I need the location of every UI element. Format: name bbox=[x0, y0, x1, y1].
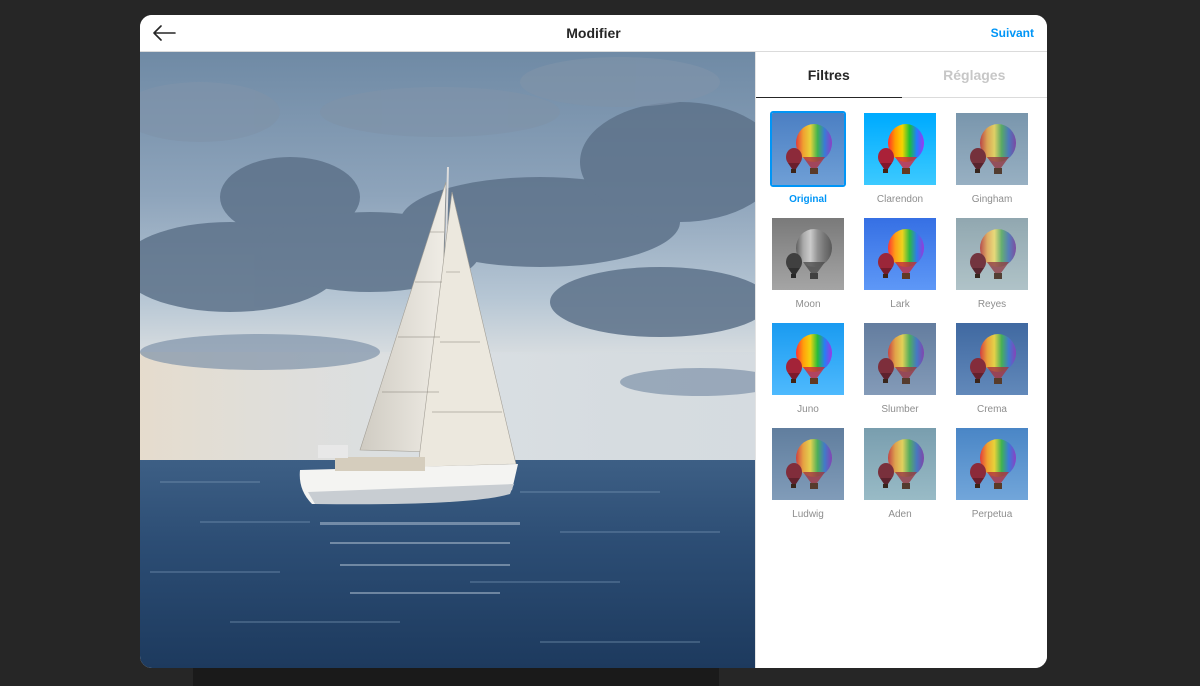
filter-item[interactable]: Juno bbox=[770, 321, 846, 417]
filter-item[interactable]: Slumber bbox=[862, 321, 938, 417]
edit-modal: Modifier Suivant Filtres Réglages Origin… bbox=[140, 15, 1047, 668]
filter-label: Moon bbox=[795, 299, 821, 310]
balloon-thumbnail bbox=[864, 218, 936, 290]
balloon-thumbnail bbox=[772, 218, 844, 290]
filter-item[interactable]: Moon bbox=[770, 216, 846, 312]
filter-label: Slumber bbox=[881, 404, 919, 415]
filter-thumbnail[interactable] bbox=[954, 111, 1030, 187]
filter-label: Juno bbox=[797, 404, 819, 415]
balloon-thumbnail bbox=[956, 323, 1028, 395]
balloon-thumbnail bbox=[772, 323, 844, 395]
filter-label: Ludwig bbox=[792, 509, 824, 520]
balloon-thumbnail bbox=[864, 428, 936, 500]
filter-label: Clarendon bbox=[876, 194, 924, 205]
tab-adjustments[interactable]: Réglages bbox=[902, 52, 1048, 97]
filter-thumbnail[interactable] bbox=[862, 216, 938, 292]
filter-label: Reyes bbox=[977, 299, 1007, 310]
filter-thumbnail[interactable] bbox=[770, 111, 846, 187]
filter-item[interactable]: Clarendon bbox=[862, 111, 938, 207]
sailboat-photo bbox=[140, 52, 755, 668]
balloon-thumbnail bbox=[956, 218, 1028, 290]
filter-item[interactable]: Crema bbox=[954, 321, 1030, 417]
filter-thumbnail[interactable] bbox=[862, 426, 938, 502]
filter-label: Perpetua bbox=[971, 509, 1013, 520]
filter-item[interactable]: Gingham bbox=[954, 111, 1030, 207]
filter-label: Crema bbox=[976, 404, 1007, 415]
balloon-thumbnail bbox=[864, 113, 936, 185]
filter-thumbnail[interactable] bbox=[954, 216, 1030, 292]
balloon-thumbnail bbox=[956, 113, 1028, 185]
filter-label: Lark bbox=[890, 299, 910, 310]
filter-thumbnail[interactable] bbox=[770, 426, 846, 502]
filter-item[interactable]: Original bbox=[770, 111, 846, 207]
photo-preview bbox=[140, 52, 755, 668]
balloon-thumbnail bbox=[956, 428, 1028, 500]
next-button[interactable]: Suivant bbox=[991, 26, 1034, 40]
modal-header: Modifier Suivant bbox=[140, 15, 1047, 52]
filter-label: Original bbox=[789, 194, 827, 205]
filter-thumbnail[interactable] bbox=[770, 216, 846, 292]
filter-thumbnail[interactable] bbox=[770, 321, 846, 397]
filter-thumbnail[interactable] bbox=[954, 426, 1030, 502]
filters-panel: Filtres Réglages Original Clarendon Ging… bbox=[755, 52, 1047, 668]
filter-thumbnail[interactable] bbox=[862, 321, 938, 397]
filter-grid: Original Clarendon Gingham Moon Lark Rey… bbox=[770, 111, 1034, 522]
panel-tabs: Filtres Réglages bbox=[756, 52, 1047, 98]
balloon-thumbnail bbox=[772, 428, 844, 500]
balloon-thumbnail bbox=[864, 323, 936, 395]
filter-label: Aden bbox=[888, 509, 912, 520]
filter-item[interactable]: Ludwig bbox=[770, 426, 846, 522]
filter-item[interactable]: Lark bbox=[862, 216, 938, 312]
background-photo-strip bbox=[193, 668, 719, 686]
page-title: Modifier bbox=[566, 25, 621, 41]
filter-item[interactable]: Perpetua bbox=[954, 426, 1030, 522]
filter-label: Gingham bbox=[971, 194, 1013, 205]
filter-thumbnail[interactable] bbox=[862, 111, 938, 187]
filter-item[interactable]: Reyes bbox=[954, 216, 1030, 312]
filter-item[interactable]: Aden bbox=[862, 426, 938, 522]
tab-filters[interactable]: Filtres bbox=[756, 52, 902, 98]
filter-thumbnail[interactable] bbox=[954, 321, 1030, 397]
balloon-thumbnail bbox=[772, 113, 844, 185]
